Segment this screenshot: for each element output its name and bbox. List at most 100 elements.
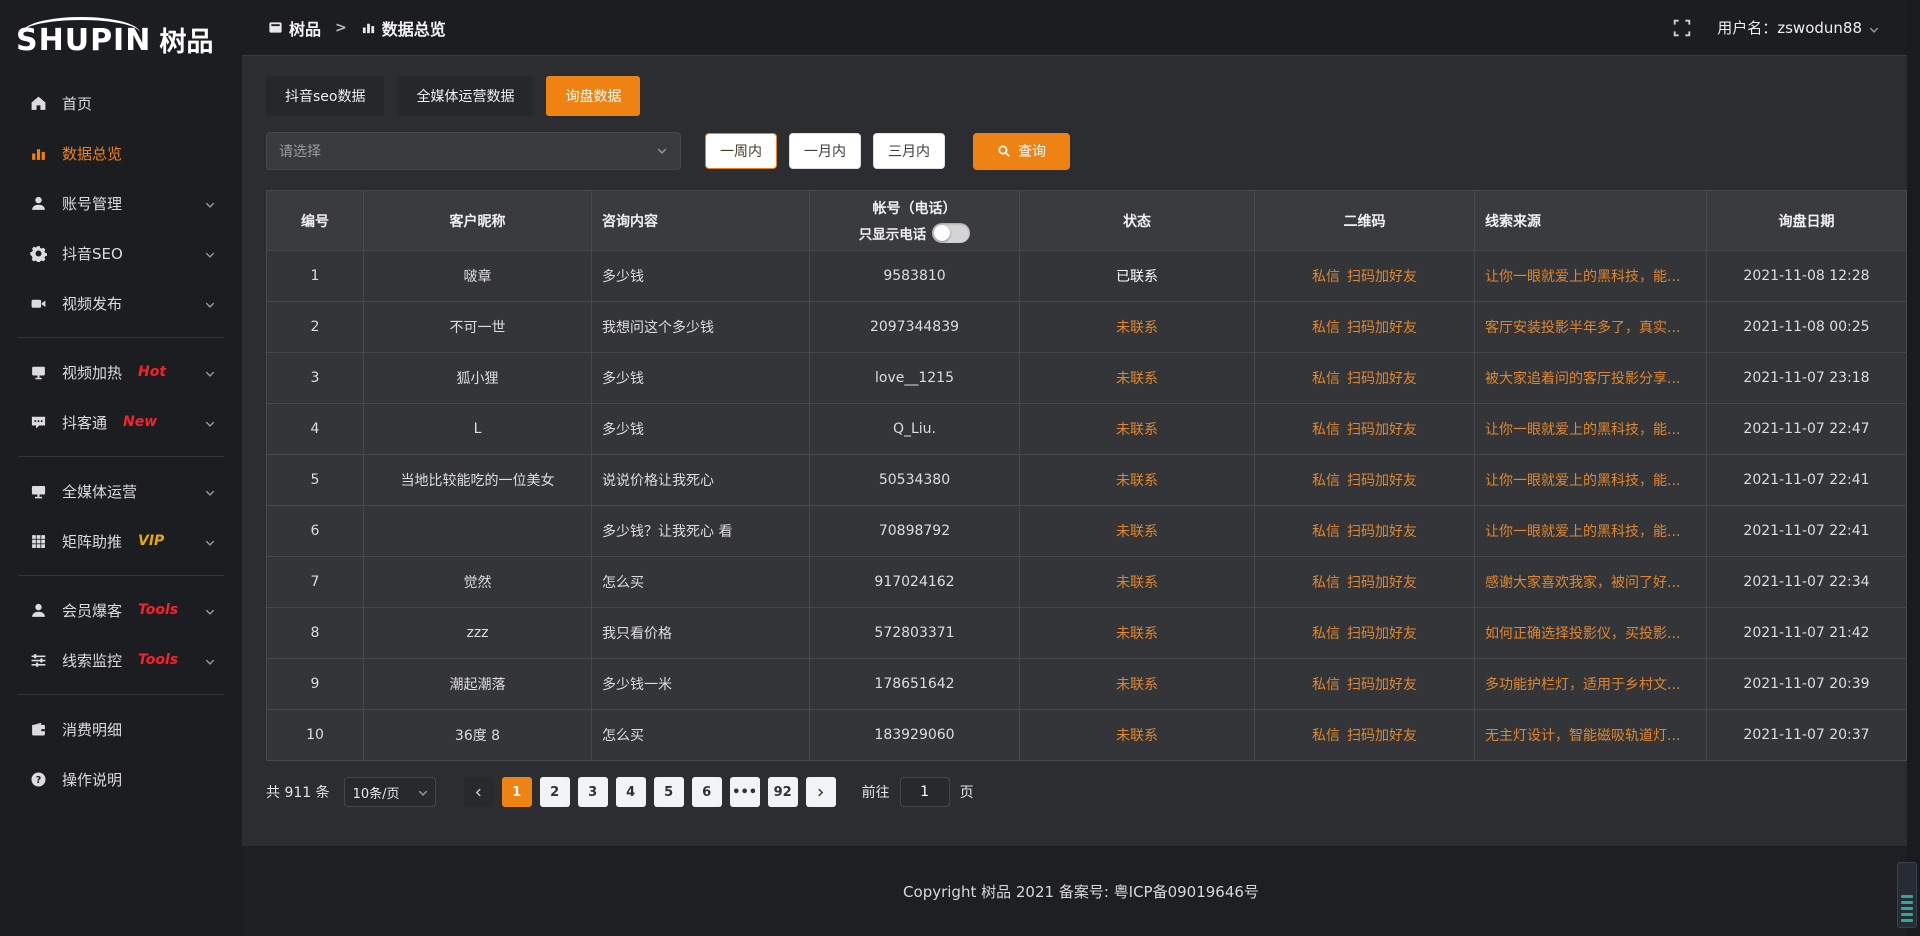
- sidebar-item-video-heat[interactable]: 视频加热Hot: [0, 347, 242, 397]
- cell-source-link[interactable]: 被大家追着问的客厅投影分享...: [1475, 353, 1707, 404]
- tab-douyin-seo-data[interactable]: 抖音seo数据: [266, 76, 384, 116]
- cell-no: 9: [267, 659, 364, 710]
- qr-action-link[interactable]: 扫码加好友: [1347, 269, 1417, 285]
- fullscreen-icon[interactable]: [1673, 19, 1691, 37]
- qr-action-link[interactable]: 扫码加好友: [1347, 320, 1417, 336]
- next-page-button[interactable]: [806, 777, 836, 807]
- cell-account: 50534380: [810, 455, 1020, 506]
- page-button-6[interactable]: 6: [692, 777, 722, 807]
- cell-content: 多少钱？让我死心 看: [592, 506, 810, 557]
- qr-action-link[interactable]: 扫码加好友: [1347, 728, 1417, 744]
- chevron-right-icon: [815, 787, 826, 798]
- qr-action-link[interactable]: 扫码加好友: [1347, 524, 1417, 540]
- cell-source-link[interactable]: 无主灯设计，智能磁吸轨道灯...: [1475, 710, 1707, 761]
- goto-label: 前往: [862, 782, 890, 802]
- qr-action-link[interactable]: 扫码加好友: [1347, 626, 1417, 642]
- table-row: 9潮起潮落多少钱一米178651642未联系私信扫码加好友多功能护栏灯，适用于乡…: [267, 659, 1907, 710]
- user-menu[interactable]: 用户名： zswodun88: [1717, 17, 1880, 38]
- cell-source-link[interactable]: 客厅安装投影半年多了，真实...: [1475, 302, 1707, 353]
- qr-action-link[interactable]: 私信: [1312, 422, 1340, 438]
- column-header-nickname: 客户昵称: [364, 191, 592, 251]
- qr-action-link[interactable]: 私信: [1312, 320, 1340, 336]
- cell-source-link[interactable]: 感谢大家喜欢我家，被问了好...: [1475, 557, 1707, 608]
- cell-source-link[interactable]: 让你一眼就爱上的黑科技，能...: [1475, 251, 1707, 302]
- sidebar-item-matrix-boost[interactable]: 矩阵助推VIP: [0, 516, 242, 566]
- cell-source-link[interactable]: 如何正确选择投影仪，买投影...: [1475, 608, 1707, 659]
- sidebar-item-label: 操作说明: [62, 769, 122, 790]
- qr-action-link[interactable]: 私信: [1312, 626, 1340, 642]
- table-row: 1036度 8怎么买183929060未联系私信扫码加好友无主灯设计，智能磁吸轨…: [267, 710, 1907, 761]
- page-button-92[interactable]: 92: [768, 777, 798, 807]
- goto-page-input[interactable]: [900, 777, 950, 807]
- qr-action-link[interactable]: 私信: [1312, 524, 1340, 540]
- qr-action-link[interactable]: 私信: [1312, 269, 1340, 285]
- cell-date: 2021-11-07 22:34: [1707, 557, 1907, 608]
- breadcrumb-item-home[interactable]: 树品: [268, 16, 321, 40]
- sidebar-item-label: 消费明细: [62, 719, 122, 740]
- table-row: 8zzz我只看价格572803371未联系私信扫码加好友如何正确选择投影仪，买投…: [267, 608, 1907, 659]
- qr-action-link[interactable]: 私信: [1312, 728, 1340, 744]
- qr-action-link[interactable]: 扫码加好友: [1347, 422, 1417, 438]
- user-icon: [30, 195, 47, 212]
- cell-no: 5: [267, 455, 364, 506]
- page-button-4[interactable]: 4: [616, 777, 646, 807]
- cell-source-link[interactable]: 让你一眼就爱上的黑科技，能...: [1475, 404, 1707, 455]
- tab-media-operation-data[interactable]: 全媒体运营数据: [397, 76, 533, 116]
- chevron-down-icon: [204, 604, 216, 616]
- page-button-1[interactable]: 1: [502, 777, 532, 807]
- chevron-down-icon: [204, 416, 216, 428]
- qr-action-link[interactable]: 私信: [1312, 677, 1340, 693]
- cell-qrcode: 私信扫码加好友: [1255, 455, 1475, 506]
- sidebar-item-media-operation[interactable]: 全媒体运营: [0, 466, 242, 516]
- cell-status: 未联系: [1020, 557, 1255, 608]
- qr-action-link[interactable]: 私信: [1312, 473, 1340, 489]
- page-button-5[interactable]: 5: [654, 777, 684, 807]
- search-button[interactable]: 查询: [973, 133, 1070, 170]
- sidebar-item-instructions[interactable]: ?操作说明: [0, 754, 242, 804]
- sidebar-item-badge: VIP: [138, 533, 164, 549]
- prev-page-button[interactable]: [464, 777, 494, 807]
- cell-source-link[interactable]: 让你一眼就爱上的黑科技，能...: [1475, 506, 1707, 557]
- sidebar-item-home[interactable]: 首页: [0, 78, 242, 128]
- qr-action-link[interactable]: 私信: [1312, 371, 1340, 387]
- sidebar-item-douyin-seo[interactable]: 抖音SEO: [0, 228, 242, 278]
- qr-action-link[interactable]: 私信: [1312, 575, 1340, 591]
- cell-source-link[interactable]: 让你一眼就爱上的黑科技，能...: [1475, 455, 1707, 506]
- page-button-2[interactable]: 2: [540, 777, 570, 807]
- qr-action-link[interactable]: 扫码加好友: [1347, 371, 1417, 387]
- qr-action-link[interactable]: 扫码加好友: [1347, 677, 1417, 693]
- sidebar-item-badge: New: [123, 414, 157, 430]
- sidebar-divider: [18, 575, 224, 576]
- sidebar-item-video-publish[interactable]: 视频发布: [0, 278, 242, 328]
- breadcrumb-item-current[interactable]: 数据总览: [361, 16, 446, 40]
- cell-nickname: 觉然: [364, 557, 592, 608]
- page-ellipsis-button[interactable]: •••: [730, 777, 760, 807]
- sidebar-item-member-burst[interactable]: 会员爆客Tools: [0, 585, 242, 635]
- cell-no: 4: [267, 404, 364, 455]
- range-button-month[interactable]: 一月内: [789, 133, 861, 169]
- sidebar-item-douketong[interactable]: 抖客通New: [0, 397, 242, 447]
- floating-service-widget[interactable]: [1897, 862, 1917, 928]
- cell-account: 9583810: [810, 251, 1020, 302]
- cell-account: love__1215: [810, 353, 1020, 404]
- cell-content: 多少钱: [592, 251, 810, 302]
- page-button-3[interactable]: 3: [578, 777, 608, 807]
- sidebar-item-clue-monitor[interactable]: 线索监控Tools: [0, 635, 242, 685]
- cell-source-link[interactable]: 多功能护栏灯，适用于乡村文...: [1475, 659, 1707, 710]
- sidebar-item-label: 账号管理: [62, 193, 122, 214]
- page-size-select[interactable]: 10条/页: [344, 777, 436, 807]
- phone-only-toggle[interactable]: [932, 223, 970, 243]
- range-button-week[interactable]: 一周内: [705, 133, 777, 169]
- inquiry-table: 编号客户昵称咨询内容帐号（电话）只显示电话状态二维码线索来源询盘日期 1啵章多少…: [266, 190, 1907, 761]
- qr-action-link[interactable]: 扫码加好友: [1347, 575, 1417, 591]
- scrollbar-track[interactable]: [1907, 0, 1920, 936]
- tab-inquiry-data[interactable]: 询盘数据: [546, 76, 640, 116]
- qr-action-link[interactable]: 扫码加好友: [1347, 473, 1417, 489]
- sidebar-item-data-overview[interactable]: 数据总览: [0, 128, 242, 178]
- column-header-source: 线索来源: [1475, 191, 1707, 251]
- sidebar-item-consumption-detail[interactable]: 消费明细: [0, 704, 242, 754]
- filter-select[interactable]: 请选择: [266, 132, 681, 170]
- range-button-quarter[interactable]: 三月内: [873, 133, 945, 169]
- sidebar-item-account-management[interactable]: 账号管理: [0, 178, 242, 228]
- cell-no: 10: [267, 710, 364, 761]
